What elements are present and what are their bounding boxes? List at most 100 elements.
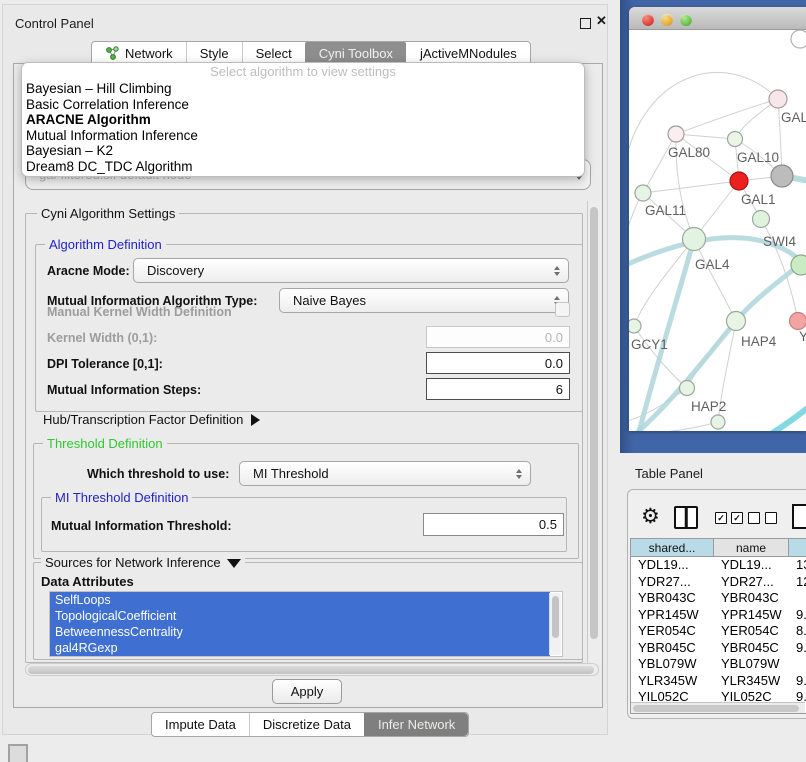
algorithm-option[interactable]: Dream8 DC_TDC Algorithm bbox=[22, 159, 584, 175]
tab-impute-data[interactable]: Impute Data bbox=[152, 713, 249, 736]
table-cell bbox=[789, 590, 806, 607]
mi-threshold-label: Mutual Information Threshold: bbox=[51, 519, 232, 533]
node[interactable] bbox=[791, 30, 806, 48]
node-selected-red[interactable] bbox=[730, 172, 748, 190]
dpi-tolerance-field[interactable]: 0.0 bbox=[426, 352, 570, 374]
table-row[interactable]: YDL19...YDL19...13 bbox=[631, 557, 806, 574]
float-window-icon[interactable] bbox=[580, 18, 591, 29]
table-column-header[interactable]: shared... bbox=[631, 539, 714, 557]
algorithm-option[interactable]: ARACNE Algorithm bbox=[22, 112, 584, 128]
table-cell: YPR145W bbox=[714, 607, 789, 624]
table-cell: YBR045C bbox=[714, 640, 789, 657]
attribute-item-selected[interactable]: TopologicalCoefficient bbox=[50, 608, 550, 624]
tab-infer-network-label: Infer Network bbox=[378, 713, 455, 736]
network-window-titlebar[interactable] bbox=[629, 7, 806, 30]
algorithm-option[interactable]: Bayesian – Hill Climbing bbox=[22, 81, 584, 97]
settings-vertical-scrollbar[interactable] bbox=[587, 201, 601, 663]
node-HAP2[interactable] bbox=[680, 381, 695, 396]
sources-group-label[interactable]: Sources for Network Inference bbox=[41, 555, 245, 570]
table-column-header[interactable]: A bbox=[789, 539, 806, 557]
manual-kernel-checkbox[interactable] bbox=[555, 302, 570, 317]
table-row[interactable]: YBL079WYBL079W bbox=[631, 656, 806, 673]
aracne-mode-value: Discovery bbox=[147, 263, 204, 278]
dpi-tolerance-label: DPI Tolerance [0,1]: bbox=[47, 357, 163, 371]
node-label: HAP4 bbox=[741, 334, 777, 349]
algorithm-option[interactable]: Bayesian – K2 bbox=[22, 143, 584, 159]
table-cell: YLR345W bbox=[714, 673, 789, 690]
node-table: shared...nameA YDL19...YDL19...13YDR27..… bbox=[630, 538, 806, 714]
mi-threshold-field[interactable]: 0.5 bbox=[423, 513, 564, 536]
table-row[interactable]: YER054CYER054C8. bbox=[631, 623, 806, 640]
attribute-item-selected[interactable]: SelfLoops bbox=[50, 592, 550, 608]
node-GAL80[interactable] bbox=[668, 126, 684, 142]
tab-impute-data-label: Impute Data bbox=[165, 713, 236, 736]
scrollbar-thumb[interactable] bbox=[28, 666, 594, 674]
table-row[interactable]: YBR043CYBR043C bbox=[631, 590, 806, 607]
node-large-gray[interactable] bbox=[771, 165, 793, 187]
node-GAL11[interactable] bbox=[635, 185, 651, 201]
node[interactable] bbox=[711, 415, 725, 429]
scrollbar-thumb[interactable] bbox=[590, 207, 598, 639]
list-scrollbar[interactable] bbox=[549, 593, 561, 655]
hub-definition-toggle[interactable]: Hub/Transcription Factor Definition bbox=[43, 412, 260, 427]
table-cell: YPR145W bbox=[631, 607, 714, 624]
mi-steps-field[interactable]: 6 bbox=[426, 378, 570, 400]
mac-zoom-icon[interactable] bbox=[680, 14, 692, 26]
table-panel-title: Table Panel bbox=[635, 466, 703, 481]
node-GAL4[interactable] bbox=[683, 228, 706, 251]
node-pink[interactable] bbox=[790, 313, 806, 330]
tab-infer-network[interactable]: Infer Network bbox=[364, 713, 468, 736]
table-cell: YBR043C bbox=[714, 590, 789, 607]
aracne-mode-combo[interactable]: Discovery bbox=[133, 258, 569, 283]
algorithm-option[interactable]: Mutual Information Inference bbox=[22, 128, 584, 144]
kernel-width-field[interactable]: 0.0 bbox=[426, 326, 570, 348]
table-horizontal-scrollbar[interactable] bbox=[631, 702, 805, 714]
table-cell: YER054C bbox=[631, 623, 714, 640]
scrollbar-thumb[interactable] bbox=[552, 596, 559, 638]
attribute-item-selected[interactable]: BetweennessCentrality bbox=[50, 624, 550, 640]
node-GCY1[interactable] bbox=[629, 319, 641, 333]
unchecked-columns-icon[interactable] bbox=[748, 512, 777, 524]
node-SWI4[interactable] bbox=[791, 255, 806, 275]
node-GAL10[interactable] bbox=[728, 132, 743, 147]
table-row[interactable]: YBR045CYBR045C9. bbox=[631, 640, 806, 657]
algorithm-popup-list: Bayesian – Hill ClimbingBasic Correlatio… bbox=[22, 81, 584, 174]
mac-close-icon[interactable] bbox=[642, 14, 654, 26]
scrollbar-thumb[interactable] bbox=[633, 705, 799, 712]
hub-definition-label: Hub/Transcription Factor Definition bbox=[43, 412, 243, 427]
data-attributes-list[interactable]: SelfLoopsTopologicalCoefficientBetweenne… bbox=[49, 591, 563, 657]
network-icon bbox=[105, 46, 120, 61]
settings-horizontal-scrollbar[interactable] bbox=[25, 663, 599, 676]
mi-steps-label: Mutual Information Steps: bbox=[47, 383, 201, 397]
columns-icon[interactable] bbox=[674, 506, 698, 529]
table-row[interactable]: YLR345WYLR345W9. bbox=[631, 673, 806, 690]
network-canvas[interactable]: GALGAL80GAL10GAL1GAL11GAL4SWI4GCY1HAP4YH… bbox=[629, 30, 806, 431]
algorithm-option[interactable]: Basic Correlation Inference bbox=[22, 97, 584, 113]
table-column-header[interactable]: name bbox=[714, 539, 789, 557]
mac-minimize-icon[interactable] bbox=[661, 14, 673, 26]
table-row[interactable]: YPR145WYPR145W9. bbox=[631, 607, 806, 624]
close-icon[interactable]: ✕ bbox=[596, 13, 607, 29]
mi-type-combo[interactable]: Naive Bayes bbox=[279, 288, 569, 313]
table-cell: YDR27... bbox=[714, 574, 789, 591]
screen: Control Panel ✕ Network Style Select Cyn… bbox=[0, 0, 806, 762]
node-label: GAL bbox=[781, 110, 806, 125]
gear-icon[interactable]: ⚙ bbox=[641, 504, 660, 529]
which-threshold-label: Which threshold to use: bbox=[87, 467, 229, 481]
attribute-item-selected[interactable]: gal4RGexp bbox=[50, 640, 550, 656]
table-cell: 13 bbox=[789, 557, 806, 574]
dock-corner-icon[interactable] bbox=[8, 744, 28, 762]
node[interactable] bbox=[753, 211, 770, 228]
node[interactable] bbox=[769, 90, 787, 108]
tab-discretize-data[interactable]: Discretize Data bbox=[249, 713, 364, 736]
node-HAP4[interactable] bbox=[727, 312, 746, 331]
table-row[interactable]: YDR27...YDR27...12 bbox=[631, 574, 806, 591]
which-threshold-combo[interactable]: MI Threshold bbox=[239, 461, 531, 486]
node-label: HAP2 bbox=[691, 399, 726, 414]
document-icon[interactable] bbox=[792, 504, 806, 529]
table-body: YDL19...YDL19...13YDR27...YDR27...12YBR0… bbox=[631, 557, 806, 706]
control-panel-window: Control Panel ✕ Network Style Select Cyn… bbox=[2, 4, 608, 735]
table-header-row: shared...nameA bbox=[631, 539, 806, 557]
checked-columns-icon[interactable]: ✓✓ bbox=[715, 512, 743, 524]
apply-button[interactable]: Apply bbox=[272, 679, 342, 704]
